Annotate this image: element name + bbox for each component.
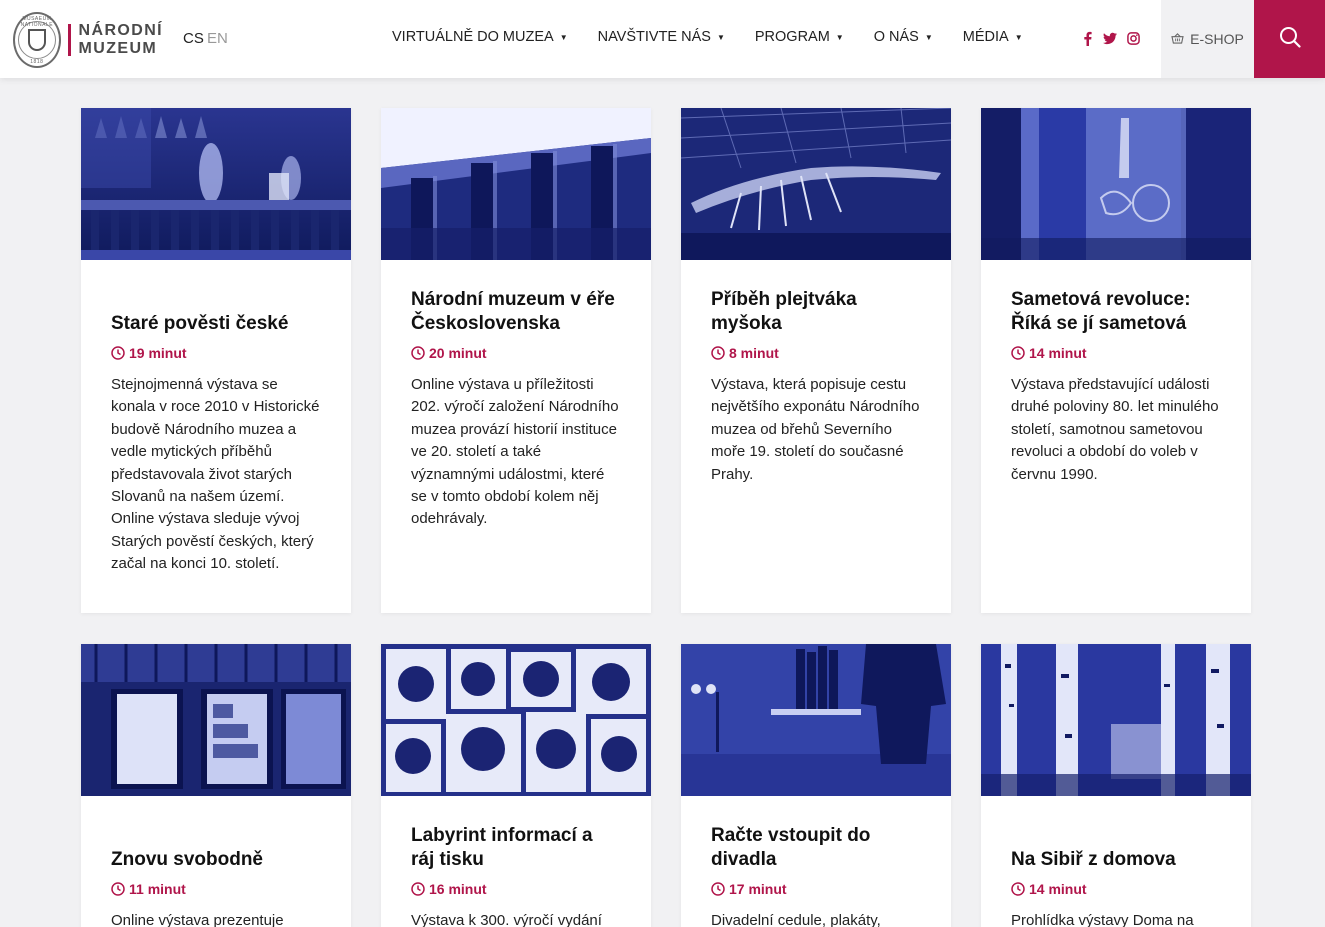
card-image bbox=[381, 644, 651, 796]
card-duration: 14 minut bbox=[1011, 881, 1221, 897]
card-image bbox=[681, 108, 951, 260]
eshop-label: E-SHOP bbox=[1190, 31, 1244, 47]
card-duration: 17 minut bbox=[711, 881, 921, 897]
card-title[interactable]: Příběh plejtváka myšoka bbox=[711, 288, 921, 336]
basket-icon bbox=[1171, 31, 1184, 47]
caret-down-icon: ▼ bbox=[559, 32, 568, 42]
nav-media[interactable]: MÉDIA ▼ bbox=[963, 29, 1023, 45]
caret-down-icon: ▼ bbox=[716, 32, 725, 42]
exhibition-card[interactable]: Národní muzeum v éře Československa 20 m… bbox=[381, 108, 651, 613]
card-description: Divadelní cedule, plakáty, bbox=[711, 912, 881, 927]
duration-text: 8 minut bbox=[729, 345, 779, 361]
twitter-icon[interactable] bbox=[1103, 30, 1117, 46]
clock-icon bbox=[411, 346, 425, 360]
card-title[interactable]: Labyrint informací a ráj tisku bbox=[411, 824, 621, 872]
museum-seal-icon: MUSAEUM NATIONALE 1818 bbox=[13, 12, 61, 68]
card-description: Online výstava prezentuje bbox=[111, 912, 284, 927]
card-duration: 14 minut bbox=[1011, 345, 1221, 361]
duration-text: 20 minut bbox=[429, 345, 487, 361]
site-header: MUSAEUM NATIONALE 1818 NÁRODNÍ MUZEUM CS… bbox=[0, 0, 1325, 78]
card-description: Výstava představující události druhé pol… bbox=[1011, 376, 1219, 483]
exhibition-card[interactable]: Příběh plejtváka myšoka 8 minut Výstava,… bbox=[681, 108, 951, 613]
caret-down-icon: ▼ bbox=[924, 32, 933, 42]
card-title[interactable]: Sametová revoluce: Říká se jí sametová bbox=[1011, 288, 1221, 336]
card-title[interactable]: Národní muzeum v éře Československa bbox=[411, 288, 621, 336]
nav-visit[interactable]: NAVŠTIVTE NÁS ▼ bbox=[598, 29, 725, 45]
card-image bbox=[381, 108, 651, 260]
clock-icon bbox=[111, 882, 125, 896]
clock-icon bbox=[111, 346, 125, 360]
card-title[interactable]: Na Sibiř z domova bbox=[1011, 848, 1176, 872]
social-links bbox=[1080, 30, 1140, 46]
nav-label: PROGRAM bbox=[754, 29, 830, 45]
caret-down-icon: ▼ bbox=[835, 32, 844, 42]
nav-label: NAVŠTIVTE NÁS bbox=[597, 29, 711, 45]
card-duration: 11 minut bbox=[111, 881, 321, 897]
duration-text: 14 minut bbox=[1029, 881, 1087, 897]
exhibition-card[interactable]: Labyrint informací a ráj tisku 16 minut … bbox=[381, 644, 651, 927]
lang-cs-link[interactable]: CS bbox=[183, 30, 204, 47]
duration-text: 11 minut bbox=[129, 881, 186, 897]
card-image bbox=[981, 108, 1251, 260]
clock-icon bbox=[1011, 882, 1025, 896]
logo-wordmark: NÁRODNÍ MUZEUM bbox=[79, 22, 163, 58]
duration-text: 16 minut bbox=[429, 881, 487, 897]
card-description: Výstava, která popisuje cestu největšího… bbox=[711, 376, 920, 483]
clock-icon bbox=[1011, 346, 1025, 360]
instagram-icon[interactable] bbox=[1126, 30, 1140, 46]
card-image bbox=[981, 644, 1251, 796]
duration-text: 19 minut bbox=[129, 345, 187, 361]
nav-about[interactable]: O NÁS ▼ bbox=[874, 29, 933, 45]
exhibition-card[interactable]: Znovu svobodně 11 minut Online výstava p… bbox=[81, 644, 351, 927]
main-nav: VIRTUÁLNĚ DO MUZEA ▼ NAVŠTIVTE NÁS ▼ PROGR… bbox=[392, 29, 1023, 45]
nav-program[interactable]: PROGRAM ▼ bbox=[755, 29, 844, 45]
lang-en-link[interactable]: EN bbox=[207, 30, 228, 47]
nav-virtual[interactable]: VIRTUÁLNĚ DO MUZEA ▼ bbox=[392, 29, 568, 45]
logo-divider bbox=[67, 24, 71, 56]
logo-line-1: NÁRODNÍ bbox=[78, 22, 163, 39]
card-description: Online výstava u příležitosti 202. výroč… bbox=[411, 376, 619, 528]
card-description: Výstava k 300. výročí vydání bbox=[411, 912, 602, 927]
card-duration: 8 minut bbox=[711, 345, 921, 361]
museum-logo[interactable]: MUSAEUM NATIONALE 1818 NÁRODNÍ MUZEUM bbox=[13, 11, 163, 69]
duration-text: 14 minut bbox=[1029, 345, 1087, 361]
logo-line-2: MUZEUM bbox=[78, 40, 158, 57]
caret-down-icon: ▼ bbox=[1014, 32, 1023, 42]
clock-icon bbox=[711, 882, 725, 896]
seal-top-text: MUSAEUM NATIONALE bbox=[20, 16, 54, 28]
seal-year-text: 1818 bbox=[30, 59, 44, 65]
card-duration: 16 minut bbox=[411, 881, 621, 897]
exhibition-card[interactable]: Na Sibiř z domova 14 minut Prohlídka výs… bbox=[981, 644, 1251, 927]
clock-icon bbox=[711, 346, 725, 360]
card-description: Prohlídka výstavy Doma na bbox=[1011, 912, 1194, 927]
nav-label: MÉDIA bbox=[962, 29, 1009, 45]
nav-label: O NÁS bbox=[873, 29, 919, 45]
card-image bbox=[681, 644, 951, 796]
card-duration: 19 minut bbox=[111, 345, 321, 361]
exhibition-card[interactable]: Staré pověsti české 19 minut Stejnojmenn… bbox=[81, 108, 351, 613]
facebook-icon[interactable] bbox=[1080, 30, 1094, 46]
card-image bbox=[81, 108, 351, 260]
clock-icon bbox=[411, 882, 425, 896]
exhibition-card[interactable]: Sametová revoluce: Říká se jí sametová 1… bbox=[981, 108, 1251, 613]
card-description: Stejnojmenná výstava se konala v roce 20… bbox=[111, 376, 320, 573]
card-duration: 20 minut bbox=[411, 345, 621, 361]
nav-label: VIRTUÁLNĚ DO MUZEA bbox=[392, 29, 554, 45]
card-title[interactable]: Znovu svobodně bbox=[111, 848, 263, 872]
search-icon bbox=[1279, 26, 1301, 53]
card-title[interactable]: Račte vstoupit do divadla bbox=[711, 824, 921, 872]
card-title[interactable]: Staré pověsti české bbox=[111, 312, 288, 336]
card-image bbox=[81, 644, 351, 796]
duration-text: 17 minut bbox=[729, 881, 787, 897]
eshop-button[interactable]: E-SHOP bbox=[1161, 0, 1254, 78]
search-button[interactable] bbox=[1254, 0, 1325, 78]
exhibition-card[interactable]: Račte vstoupit do divadla 17 minut Divad… bbox=[681, 644, 951, 927]
